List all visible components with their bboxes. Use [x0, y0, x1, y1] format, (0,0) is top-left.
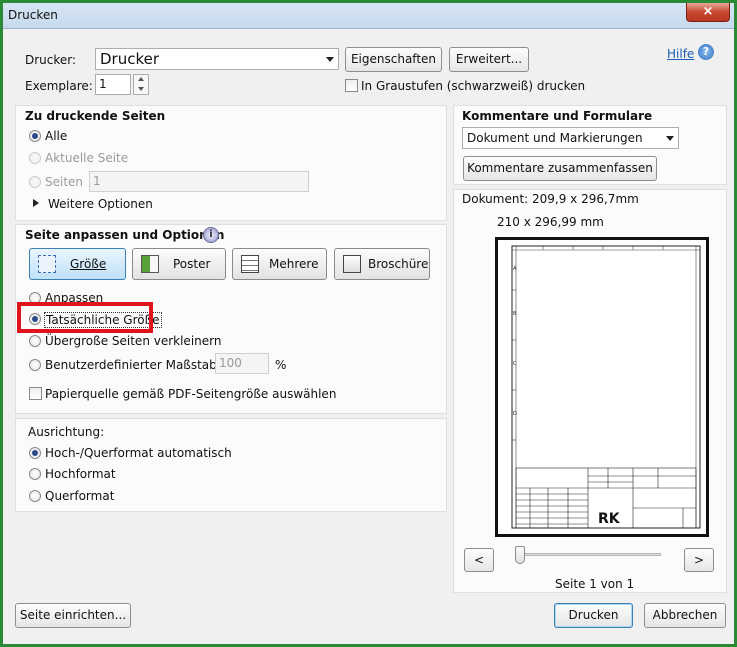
radio-current-page[interactable]	[29, 152, 41, 164]
grayscale-label: In Graustufen (schwarzweiß) drucken	[361, 79, 586, 93]
printer-select[interactable]: Drucker	[95, 48, 339, 70]
radio-pages[interactable]	[29, 176, 41, 188]
document-size-label: Dokument: 209,9 x 296,7mm	[462, 192, 639, 206]
radio-current-page-label: Aktuelle Seite	[45, 151, 129, 165]
page-size-label: 210 x 296,99 mm	[497, 215, 604, 229]
chevron-down-icon	[326, 57, 334, 62]
sizing-heading: Seite anpassen und Optionen	[25, 228, 225, 242]
radio-auto-orientation[interactable]	[29, 447, 41, 459]
title-bar: Drucken ×	[3, 3, 734, 29]
radio-all[interactable]	[29, 130, 41, 142]
pages-heading: Zu druckende Seiten	[25, 109, 166, 123]
row-label-a: A	[513, 266, 517, 272]
expand-arrow-icon[interactable]	[33, 199, 39, 207]
size-button[interactable]: Größe	[29, 248, 126, 280]
next-page-button[interactable]: >	[684, 548, 714, 572]
cancel-button[interactable]: Abbrechen	[644, 603, 726, 628]
printer-label: Drucker:	[25, 53, 77, 67]
radio-shrink-label: Übergroße Seiten verkleinern	[45, 334, 222, 348]
stepper-down-icon[interactable]	[138, 87, 144, 91]
custom-scale-input[interactable]: 100	[215, 353, 269, 374]
window-title: Drucken	[8, 8, 58, 22]
stepper-up-icon[interactable]	[138, 77, 144, 81]
advanced-button[interactable]: Erweitert...	[449, 47, 529, 72]
booklet-button[interactable]: Broschüre	[334, 248, 430, 280]
comments-select[interactable]: Dokument und Markierungen	[462, 127, 679, 149]
more-options-toggle[interactable]: Weitere Optionen	[48, 197, 153, 211]
paper-source-label: Papierquelle gemäß PDF-Seitengröße auswä…	[45, 387, 337, 401]
preview-slider-thumb[interactable]	[515, 546, 525, 564]
page-preview: A B C D RK	[495, 237, 709, 537]
previous-page-button[interactable]: <	[464, 548, 494, 572]
help-link[interactable]: Hilfe	[667, 47, 694, 61]
preview-slider-track[interactable]	[515, 553, 661, 556]
page-setup-button[interactable]: Seite einrichten...	[15, 603, 131, 628]
radio-pages-label: Seiten	[45, 175, 84, 189]
resize-icon	[38, 255, 56, 273]
close-button[interactable]: ×	[686, 3, 730, 22]
poster-icon	[141, 255, 159, 273]
printer-select-value: Drucker	[100, 50, 160, 68]
percent-label: %	[275, 358, 287, 372]
radio-custom-scale-label: Benutzerdefinierter Maßstab:	[45, 358, 221, 372]
chevron-down-icon	[666, 136, 674, 141]
multiple-button[interactable]: Mehrere	[232, 248, 327, 280]
booklet-button-label: Broschüre	[368, 257, 429, 271]
copies-stepper[interactable]	[133, 74, 149, 95]
page-counter: Seite 1 von 1	[555, 577, 635, 591]
radio-landscape-label: Querformat	[45, 489, 115, 503]
paper-source-checkbox[interactable]	[29, 387, 42, 400]
drawing-preview: A B C D RK	[511, 245, 701, 529]
radio-portrait-label: Hochformat	[45, 467, 116, 481]
highlight-box	[17, 302, 153, 333]
summarize-comments-button[interactable]: Kommentare zusammenfassen	[463, 156, 657, 181]
multiple-button-label: Mehrere	[269, 257, 319, 271]
copies-label: Exemplare:	[25, 79, 93, 93]
radio-portrait[interactable]	[29, 468, 41, 480]
radio-custom-scale[interactable]	[29, 359, 41, 371]
comments-select-value: Dokument und Markierungen	[467, 131, 643, 145]
print-dialog: Drucken × Drucker: Drucker Eigenschaften…	[0, 0, 737, 647]
properties-button[interactable]: Eigenschaften	[345, 47, 442, 72]
help-icon[interactable]: ?	[698, 44, 714, 60]
row-label-c: C	[513, 361, 517, 367]
radio-landscape[interactable]	[29, 490, 41, 502]
radio-all-label: Alle	[45, 129, 68, 143]
booklet-icon	[343, 255, 361, 273]
grayscale-checkbox[interactable]	[345, 79, 358, 92]
radio-auto-orientation-label: Hoch-/Querformat automatisch	[45, 446, 232, 460]
company-logo: RK	[598, 511, 621, 527]
size-button-label: Größe	[70, 257, 107, 271]
multiple-pages-icon	[241, 255, 259, 273]
info-icon[interactable]: i	[203, 227, 219, 243]
pages-range-input[interactable]: 1	[89, 171, 309, 192]
row-label-d: D	[513, 411, 517, 417]
print-button[interactable]: Drucken	[554, 603, 633, 628]
poster-button[interactable]: Poster	[132, 248, 226, 280]
radio-shrink[interactable]	[29, 335, 41, 347]
poster-button-label: Poster	[173, 257, 211, 271]
orientation-heading: Ausrichtung:	[28, 425, 105, 439]
copies-input[interactable]: 1	[95, 74, 131, 95]
row-label-b: B	[513, 311, 517, 317]
comments-heading: Kommentare und Formulare	[462, 109, 653, 123]
